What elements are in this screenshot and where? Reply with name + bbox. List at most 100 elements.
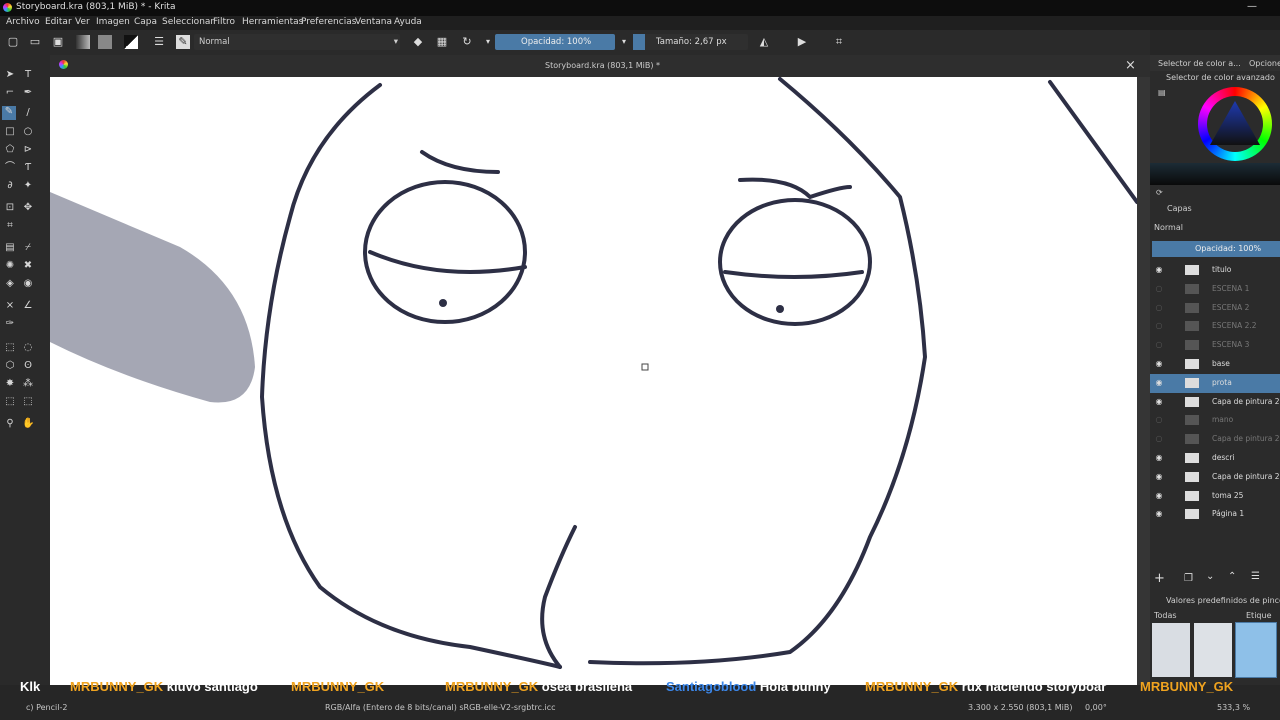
layer-row[interactable]: ◉ toma 25 [1150, 487, 1280, 506]
layer-row[interactable]: ○ ESCENA 2 [1150, 299, 1280, 318]
save-icon[interactable]: ▣ [51, 35, 65, 49]
gradient-icon[interactable] [76, 35, 90, 49]
zoom-tool-icon[interactable]: ⚲ [4, 418, 16, 430]
brush-preset-2[interactable] [1194, 623, 1232, 677]
menu-herramientas[interactable]: Herramientas [242, 17, 303, 27]
chevron-down-icon[interactable]: ▾ [481, 35, 495, 49]
gradient-tool-icon[interactable]: ▤ [4, 242, 16, 254]
polygon-tool-icon[interactable]: ⬠ [4, 144, 16, 156]
magnetic-select-icon[interactable]: ⬚ [22, 396, 34, 408]
line-tool-icon[interactable]: / [22, 107, 34, 119]
visibility-eye-icon[interactable]: ◉ [1154, 378, 1164, 388]
minimize-icon[interactable]: — [1247, 1, 1257, 12]
visibility-eye-icon[interactable]: ○ [1154, 321, 1164, 331]
move-up-icon[interactable]: ⌃ [1228, 571, 1236, 582]
layer-row[interactable]: ◉ titulo [1150, 261, 1280, 280]
layer-row[interactable]: ○ Capa de pintura 29 [1150, 430, 1280, 449]
brush-preset-icon[interactable]: ✎ [176, 35, 190, 49]
menu-editar[interactable]: Editar [45, 17, 72, 27]
layer-row[interactable]: ○ ESCENA 1 [1150, 280, 1280, 299]
color-gradient-strip[interactable] [1150, 163, 1280, 185]
panel-settings-icon[interactable]: ▤ [1158, 88, 1166, 97]
brush-preset-3[interactable] [1235, 622, 1277, 678]
similar-select-icon[interactable]: ⁂ [22, 378, 34, 390]
new-document-icon[interactable]: ▢ [6, 35, 20, 49]
layer-row[interactable]: ○ mano [1150, 411, 1280, 430]
visibility-eye-icon[interactable]: ◉ [1154, 397, 1164, 407]
calligraphy-icon[interactable]: ✒ [22, 87, 34, 99]
menu-ver[interactable]: Ver [75, 17, 90, 27]
edit-shapes-icon[interactable]: ⌐ [4, 87, 16, 99]
rectangle-tool-icon[interactable]: □ [4, 126, 16, 138]
reference-tool-icon[interactable]: ✑ [4, 318, 16, 330]
brush-presets-filter[interactable]: Todas [1154, 611, 1177, 620]
ellipse-select-icon[interactable]: ◌ [22, 342, 34, 354]
contiguous-select-icon[interactable]: ✸ [4, 378, 16, 390]
layer-row[interactable]: ◉ Capa de pintura 28 [1150, 468, 1280, 487]
eraser-icon[interactable]: ◆ [411, 35, 425, 49]
move-down-icon[interactable]: ⌄ [1206, 571, 1214, 582]
color-picker-icon[interactable]: ⌿ [22, 242, 34, 254]
crop-icon[interactable]: ⌗ [832, 35, 846, 49]
colorize-mask-icon[interactable]: ✺ [4, 260, 16, 272]
visibility-eye-icon[interactable]: ◉ [1154, 359, 1164, 369]
smart-patch-icon[interactable]: ✖ [22, 260, 34, 272]
layer-row[interactable]: ◉ descri [1150, 449, 1280, 468]
polygon-select-icon[interactable]: ⬡ [4, 360, 16, 372]
crop-tool-icon[interactable]: ⌗ [4, 220, 16, 232]
visibility-eye-icon[interactable]: ○ [1154, 284, 1164, 294]
pan-tool-icon[interactable]: ✋ [22, 418, 34, 430]
alpha-lock-icon[interactable]: ▦ [435, 35, 449, 49]
dynamic-brush-icon[interactable]: ∂ [4, 180, 16, 192]
menu-preferencias[interactable]: Preferencias [301, 17, 356, 27]
multibrush-icon[interactable]: ✦ [22, 180, 34, 192]
tab-options[interactable]: Opcione [1249, 59, 1280, 68]
ellipse-tool-icon[interactable]: ○ [22, 126, 34, 138]
chevron-down-icon[interactable]: ▾ [617, 35, 631, 49]
select-shapes-icon[interactable]: ➤ [4, 69, 16, 81]
duplicate-layer-icon[interactable]: ❐ [1184, 573, 1193, 584]
rect-select-icon[interactable]: ⬚ [4, 342, 16, 354]
menu-imagen[interactable]: Imagen [96, 17, 130, 27]
menu-capa[interactable]: Capa [134, 17, 157, 27]
brush-preset-1[interactable] [1152, 623, 1190, 677]
blend-mode-select[interactable]: Normal ▾ [194, 34, 400, 50]
fg-bg-color-icon[interactable] [124, 35, 138, 49]
add-layer-icon[interactable]: + [1154, 571, 1165, 586]
canvas[interactable] [50, 77, 1137, 685]
move-tool-icon[interactable]: ✥ [22, 202, 34, 214]
bezier-tool-icon[interactable]: ⌒ [4, 162, 16, 174]
refresh-icon[interactable]: ⟳ [1156, 188, 1163, 197]
layer-row[interactable]: ○ ESCENA 2.2 [1150, 317, 1280, 336]
brush-settings-icon[interactable]: ☰ [152, 35, 166, 49]
layer-row[interactable]: ◉ base [1150, 355, 1280, 374]
layers-blend-mode[interactable]: Normal [1154, 223, 1183, 232]
freehand-brush-icon[interactable]: ✎ [2, 106, 16, 120]
fill-tool-icon[interactable]: ◈ [4, 278, 16, 290]
pattern-icon[interactable] [98, 35, 112, 49]
enclose-fill-icon[interactable]: ◉ [22, 278, 34, 290]
measure-tool-icon[interactable]: ∠ [22, 300, 34, 312]
menu-ventana[interactable]: Ventana [355, 17, 392, 27]
visibility-eye-icon[interactable]: ○ [1154, 434, 1164, 444]
color-wheel[interactable] [1198, 87, 1272, 161]
visibility-eye-icon[interactable]: ◉ [1154, 453, 1164, 463]
brush-presets-tag[interactable]: Etique [1246, 611, 1271, 620]
assistant-tool-icon[interactable]: ⨯ [4, 300, 16, 312]
mirror-vertical-icon[interactable]: ▶ [795, 35, 809, 49]
transform-tool-icon[interactable]: ⊡ [4, 202, 16, 214]
bezier-select-icon[interactable]: ⬚ [4, 396, 16, 408]
visibility-eye-icon[interactable]: ○ [1154, 303, 1164, 313]
tab-color-selector[interactable]: Selector de color a... [1158, 59, 1241, 68]
layer-row[interactable]: ○ ESCENA 3 [1150, 336, 1280, 355]
layer-row[interactable]: ◉ Página 1 [1150, 505, 1280, 524]
reload-icon[interactable]: ↻ [460, 35, 474, 49]
polyline-tool-icon[interactable]: ⊳ [22, 144, 34, 156]
layer-row[interactable]: ◉ Capa de pintura 29 [1150, 393, 1280, 412]
visibility-eye-icon[interactable]: ◉ [1154, 491, 1164, 501]
freehand-select-icon[interactable]: ʘ [22, 360, 34, 372]
menu-ayuda[interactable]: Ayuda [394, 17, 422, 27]
size-slider[interactable]: Tamaño: 2,67 px [633, 34, 748, 50]
opacity-slider[interactable]: Opacidad: 100% [495, 34, 615, 50]
menu-seleccionar[interactable]: Seleccionar [162, 17, 214, 27]
